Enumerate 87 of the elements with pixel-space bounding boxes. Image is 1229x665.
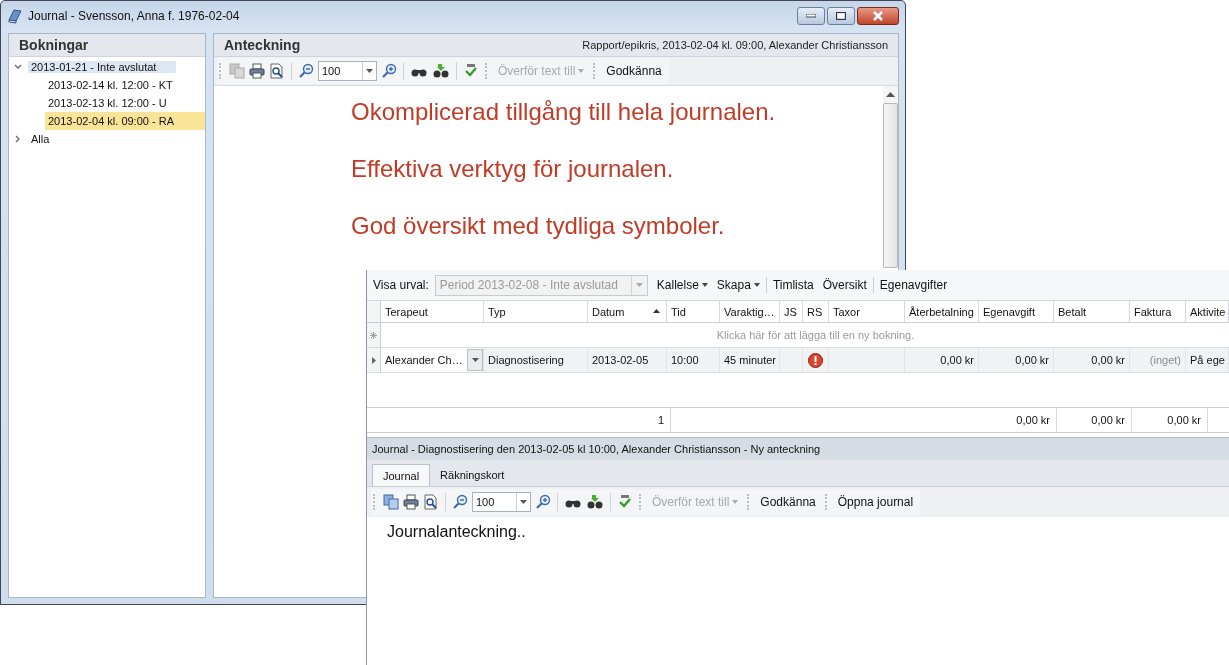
table-cell: 45 minuter <box>720 348 780 372</box>
table-cell: 0,00 kr <box>1054 348 1130 372</box>
table-cell: Diagnostisering <box>484 348 588 372</box>
tab[interactable]: Journal <box>372 464 431 486</box>
sort-ascending-icon <box>653 309 660 313</box>
toolbar-button[interactable]: Godkänna <box>757 491 819 513</box>
column-header[interactable]: Datum <box>588 301 667 322</box>
column-header[interactable]: RS <box>803 301 829 322</box>
book-icon <box>7 8 23 24</box>
note-text: God översikt med tydliga symboler. <box>351 212 726 240</box>
print-preview-icon[interactable] <box>423 494 439 510</box>
binoculars-arrow-icon[interactable] <box>432 63 450 79</box>
column-header[interactable]: Typ <box>484 301 588 322</box>
tree-item[interactable]: 2013-02-13 kl. 12:00 - U <box>45 94 205 112</box>
caret-icon <box>732 500 739 504</box>
column-header[interactable]: Terapeut <box>381 301 484 322</box>
tree-item[interactable]: Alla <box>9 130 205 148</box>
scrollbar[interactable] <box>883 86 898 268</box>
note-text: Okomplicerad tillgång till hela journalen. <box>351 98 777 126</box>
maximize-icon <box>836 12 846 20</box>
toolbar-button[interactable]: Öppna journal <box>834 491 917 513</box>
window-title: Journal - Svensson, Anna f. 1976-02-04 <box>28 9 240 23</box>
summary-cell: 0,00 kr <box>1057 408 1132 432</box>
summary-cell: 0,00 kr <box>1132 408 1208 432</box>
column-header[interactable]: Återbetalning <box>905 301 979 322</box>
caret-icon <box>578 69 585 73</box>
column-header[interactable]: Taxor <box>829 301 905 322</box>
caret-icon <box>635 283 643 287</box>
toolbar-button[interactable]: Godkänna <box>603 60 665 82</box>
menu-button[interactable]: Kallelse <box>653 275 711 295</box>
caret-icon <box>520 500 527 504</box>
chevron-icon <box>14 135 22 143</box>
menu-button[interactable]: Skapa <box>713 275 763 295</box>
zoom-out-icon[interactable] <box>298 63 314 79</box>
chevron-icon <box>14 63 22 71</box>
scroll-up-icon[interactable] <box>886 92 895 97</box>
binoculars-arrow-icon[interactable] <box>586 494 604 510</box>
minimize-icon <box>806 14 816 18</box>
print-icon[interactable] <box>249 63 265 79</box>
zoom-field[interactable]: 100 <box>318 61 377 81</box>
close-button[interactable] <box>857 7 899 25</box>
row-count: 1 <box>367 408 671 432</box>
caret-icon <box>753 283 760 287</box>
panel-title: Anteckning <box>224 37 301 53</box>
caret-icon <box>701 283 708 287</box>
note-text: Effektiva verktyg för journalen. <box>351 155 675 183</box>
tree-item[interactable]: 2013-02-04 kl. 09:00 - RA <box>45 112 205 130</box>
tree-item[interactable]: 2013-02-14 kl. 12:00 - KT <box>45 76 205 94</box>
zoom-in-icon[interactable] <box>381 63 397 79</box>
caret-icon <box>366 69 373 73</box>
zoom-in-icon[interactable] <box>535 494 551 510</box>
close-icon <box>872 11 884 21</box>
menu-button[interactable]: Timlista <box>769 275 817 295</box>
copy-icon[interactable] <box>383 494 399 510</box>
panel-title: Journal - Diagnostisering den 2013-02-05 kl 10:00, Alexander Christiansson - Ny anteckning <box>372 443 821 455</box>
spellcheck-icon[interactable] <box>463 63 479 79</box>
column-header[interactable]: Aktivite <box>1186 301 1229 322</box>
column-header[interactable]: Betalt <box>1054 301 1130 322</box>
column-header[interactable]: Tid <box>667 301 720 322</box>
column-header[interactable]: Faktura <box>1130 301 1186 322</box>
filter-label: Visa urval: <box>373 278 429 292</box>
zoom-field[interactable]: 100 <box>472 492 531 512</box>
menu-button[interactable]: Egenavgifter <box>876 275 951 295</box>
zoom-out-icon[interactable] <box>452 494 468 510</box>
table-cell: 0,00 kr <box>979 348 1054 372</box>
table-cell: 0,00 kr <box>905 348 979 372</box>
print-preview-icon[interactable] <box>269 63 285 79</box>
column-header[interactable]: Egenavgift <box>979 301 1054 322</box>
menu-button[interactable]: Översikt <box>819 275 870 295</box>
current-row-icon <box>371 356 376 364</box>
panel-title: Bokningar <box>19 37 89 53</box>
print-icon[interactable] <box>403 494 419 510</box>
table-cell: (inget) <box>1130 348 1186 372</box>
journal-text[interactable]: Journalanteckning.. <box>387 523 526 540</box>
spellcheck-icon[interactable] <box>617 494 633 510</box>
therapist-dropdown[interactable]: Alexander Ch… <box>381 348 484 372</box>
caret-icon <box>471 358 479 362</box>
column-header[interactable]: JS <box>780 301 803 322</box>
tab[interactable]: Räkningskort <box>430 464 515 486</box>
maximize-button[interactable] <box>827 7 855 25</box>
table-cell: 2013-02-05 <box>588 348 667 372</box>
column-header[interactable]: Varaktig… <box>720 301 780 322</box>
summary-cell: 0,00 kr <box>983 408 1057 432</box>
asterisk-icon <box>370 331 377 339</box>
note-subtitle: Rapport/epikris, 2013-02-04 kl. 09:00, Alexander Christiansson <box>582 39 888 51</box>
table-cell: 10:00 <box>667 348 720 372</box>
table-cell: På ege <box>1186 348 1229 372</box>
